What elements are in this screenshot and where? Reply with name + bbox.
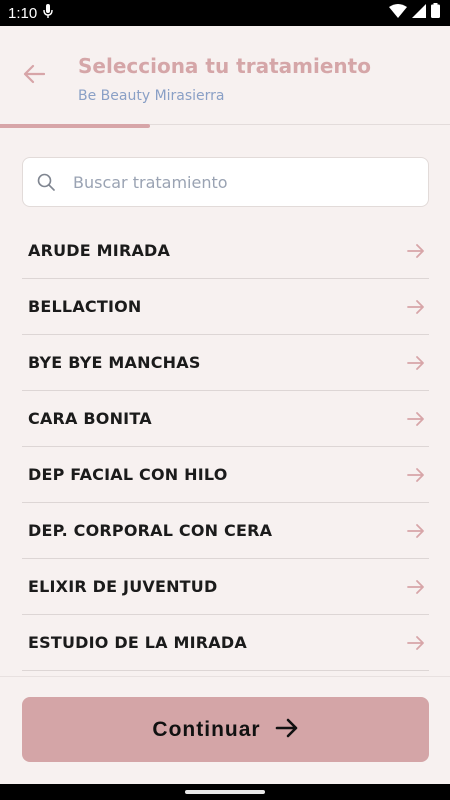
list-item[interactable]: CARA BONITA <box>22 391 429 447</box>
status-right <box>389 3 440 23</box>
home-indicator[interactable] <box>185 790 265 794</box>
footer: Continuar <box>0 676 450 785</box>
arrow-right-icon <box>407 521 427 541</box>
system-nav-bar <box>0 784 450 800</box>
arrow-right-icon <box>407 409 427 429</box>
status-bar: 1:10 <box>0 0 450 26</box>
arrow-right-icon <box>407 633 427 653</box>
status-left: 1:10 <box>8 3 53 23</box>
progress-fill <box>0 124 150 128</box>
arrow-right-icon <box>407 577 427 597</box>
treatment-label: DEP. CORPORAL CON CERA <box>28 521 273 540</box>
mic-icon <box>43 3 53 23</box>
treatment-label: ARUDE MIRADA <box>28 241 171 260</box>
search-icon <box>37 172 57 192</box>
treatment-label: ESTUDIO DE LA MIRADA <box>28 633 247 652</box>
list-item[interactable]: ELIXIR DE JUVENTUD <box>22 559 429 615</box>
arrow-right-icon <box>407 353 427 373</box>
list-item[interactable]: BELLACTION <box>22 279 429 335</box>
list-item[interactable]: ARUDE MIRADA <box>22 223 429 279</box>
treatment-label: BELLACTION <box>28 297 142 316</box>
progress-bar <box>0 124 450 129</box>
battery-icon <box>431 3 440 23</box>
back-button[interactable] <box>22 64 46 88</box>
list-item[interactable]: ESTUDIO DE LA MIRADA <box>22 615 429 671</box>
wifi-icon <box>389 3 407 23</box>
treatment-label: DEP FACIAL CON HILO <box>28 465 228 484</box>
continue-label: Continuar <box>152 717 261 741</box>
page-subtitle: Be Beauty Mirasierra <box>78 88 225 104</box>
list-item[interactable]: DEP FACIAL CON HILO <box>22 447 429 503</box>
page-title: Selecciona tu tratamiento <box>78 54 371 78</box>
search-box[interactable] <box>22 157 429 207</box>
treatment-list: ARUDE MIRADA BELLACTION BYE BYE MANCHAS CAR… <box>22 223 429 671</box>
status-time: 1:10 <box>8 4 38 22</box>
list-item[interactable]: BYE BYE MANCHAS <box>22 335 429 391</box>
arrow-right-icon <box>407 241 427 261</box>
list-item[interactable]: DEP. CORPORAL CON CERA <box>22 503 429 559</box>
search-input[interactable] <box>71 171 395 193</box>
arrow-right-icon <box>407 297 427 317</box>
treatment-label: ELIXIR DE JUVENTUD <box>28 577 218 596</box>
header: Selecciona tu tratamiento Be Beauty Mira… <box>0 26 450 125</box>
arrow-right-icon <box>275 717 299 742</box>
treatment-label: CARA BONITA <box>28 409 152 428</box>
treatment-label: BYE BYE MANCHAS <box>28 353 201 372</box>
back-arrow-icon <box>23 64 46 88</box>
signal-icon <box>412 3 426 23</box>
arrow-right-icon <box>407 465 427 485</box>
continue-button[interactable]: Continuar <box>22 697 429 762</box>
